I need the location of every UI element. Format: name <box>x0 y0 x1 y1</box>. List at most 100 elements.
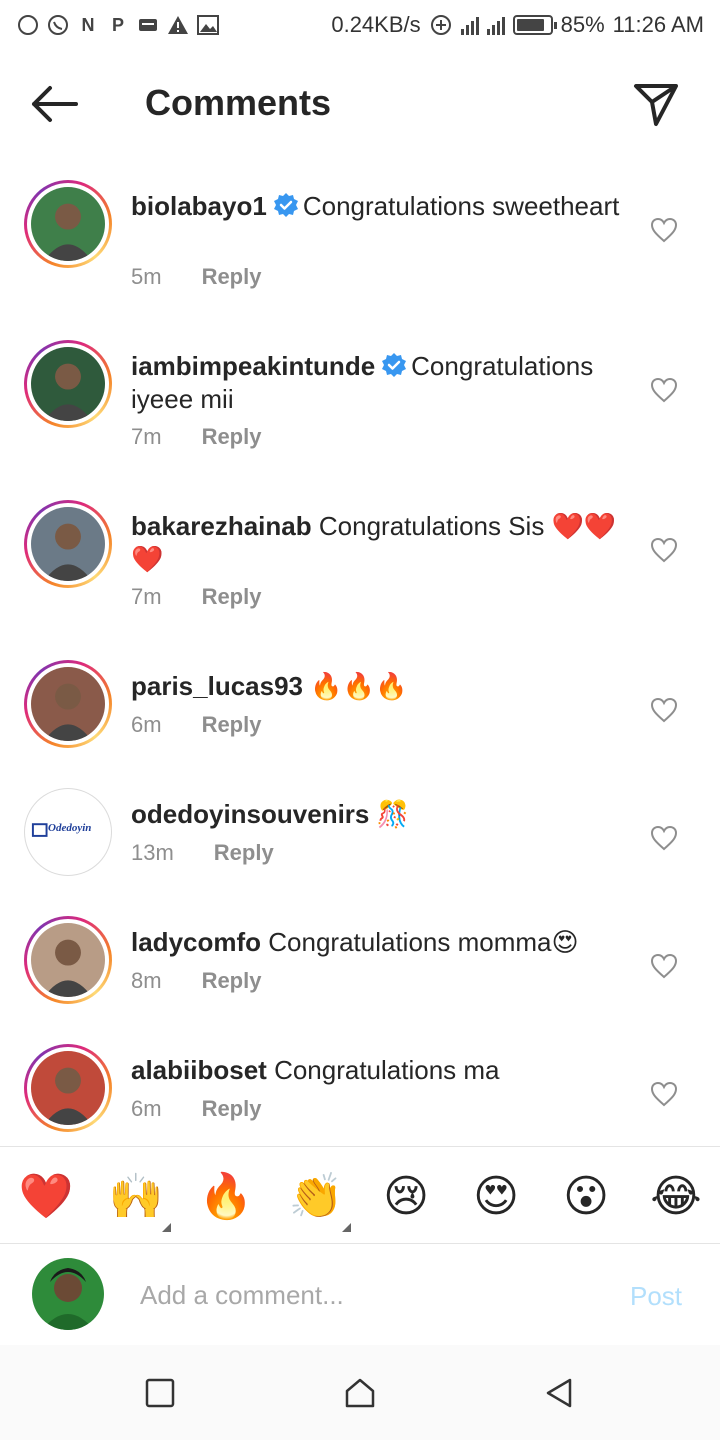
raising-hands-icon[interactable]: 🙌 <box>108 1169 164 1225</box>
timestamp: 7m <box>131 584 162 609</box>
comment-composer: Post <box>0 1245 720 1345</box>
warning-icon <box>166 13 190 37</box>
avatar[interactable] <box>24 660 112 748</box>
verified-badge-icon <box>381 352 407 378</box>
comment-text-block: iambimpeakintunde Congratulations iyeee m… <box>131 350 631 416</box>
navigation-bar <box>0 1345 720 1440</box>
reply-button[interactable]: Reply <box>202 424 262 450</box>
comment-text: Congratulations sweetheart <box>302 191 620 221</box>
red-heart-icon[interactable]: ❤️ <box>18 1169 74 1225</box>
avatar[interactable]: Odedoyin <box>24 788 112 876</box>
comment-meta: 7m Reply <box>131 424 261 450</box>
avatar-frame <box>27 919 109 1001</box>
status-bar: N P 0.24KB/s 85% 11:26 AM <box>0 0 720 50</box>
username[interactable]: iambimpeakintunde <box>131 351 375 381</box>
heart-icon[interactable] <box>650 953 678 979</box>
comment-text-block: alabiiboset Congratulations ma <box>131 1054 631 1087</box>
username[interactable]: odedoyinsouvenirs <box>131 799 369 829</box>
tears-of-joy-icon[interactable]: 😂 <box>648 1169 704 1225</box>
reply-button[interactable]: Reply <box>202 968 262 994</box>
signal-icon <box>460 15 479 35</box>
comment-text-block: ladycomfo Congratulations momma😍 <box>131 926 631 959</box>
comment-meta: 8m Reply <box>131 968 261 994</box>
comment-text-block: paris_lucas93 🔥🔥🔥 <box>131 670 631 703</box>
heart-icon[interactable] <box>650 1081 678 1107</box>
heart-icon[interactable] <box>650 825 678 851</box>
back-arrow-icon[interactable] <box>30 82 82 126</box>
comment-text-block: bakarezhainab Congratulations Sis ❤️❤️❤️ <box>131 510 631 576</box>
timestamp: 6m <box>131 1096 162 1121</box>
heart-icon[interactable] <box>650 377 678 403</box>
data-saver-icon <box>429 13 453 37</box>
surprised-face-icon[interactable]: 😮 <box>558 1169 614 1225</box>
avatar[interactable] <box>24 180 112 268</box>
comment-input[interactable] <box>140 1273 580 1317</box>
timestamp: 7m <box>131 424 162 449</box>
post-button[interactable]: Post <box>630 1281 682 1312</box>
messenger-icon <box>16 13 40 37</box>
header: Comments <box>0 62 720 146</box>
timestamp: 6m <box>131 712 162 737</box>
username[interactable]: paris_lucas93 <box>131 671 303 701</box>
username[interactable]: ladycomfo <box>131 927 261 957</box>
whatsapp-icon <box>46 13 70 37</box>
avatar[interactable] <box>24 500 112 588</box>
timestamp: 5m <box>131 264 162 289</box>
timestamp: 8m <box>131 968 162 993</box>
signal-2-icon <box>486 15 505 35</box>
avatar-frame <box>27 663 109 745</box>
network-speed: 0.24KB/s <box>331 12 421 37</box>
page-title: Comments <box>145 82 332 123</box>
status-right: 0.24KB/s 85% 11:26 AM <box>331 12 704 38</box>
clapping-hands-icon[interactable]: 👏 <box>288 1169 344 1225</box>
avatar[interactable] <box>24 1044 112 1132</box>
comment-text: 🔥🔥🔥 <box>310 671 408 701</box>
heart-icon[interactable] <box>650 697 678 723</box>
crying-face-icon[interactable]: 😢 <box>378 1169 434 1225</box>
n-icon: N <box>81 14 95 35</box>
heart-icon[interactable] <box>650 217 678 243</box>
battery-percent: 85% <box>560 12 605 37</box>
comment-meta: 7m Reply <box>131 584 261 610</box>
clock: 11:26 AM <box>612 12 704 37</box>
quick-reaction-bar: ❤️ 🙌 🔥 👏 😢 😍 😮 😂 <box>0 1146 720 1244</box>
home-icon[interactable] <box>342 1375 378 1411</box>
fire-icon[interactable]: 🔥 <box>198 1169 254 1225</box>
username[interactable]: alabiiboset <box>131 1055 267 1085</box>
image-icon <box>196 13 220 37</box>
avatar-frame <box>27 503 109 585</box>
comment-text: 🎊 <box>376 799 409 829</box>
reply-button[interactable]: Reply <box>202 712 262 738</box>
avatar[interactable] <box>24 916 112 1004</box>
reply-button[interactable]: Reply <box>202 264 262 290</box>
avatar <box>32 1258 104 1330</box>
reply-button[interactable]: Reply <box>202 1096 262 1122</box>
comment-text: Congratulations ma <box>274 1055 500 1085</box>
avatar-frame <box>27 1047 109 1129</box>
heart-eyes-icon[interactable]: 😍 <box>468 1169 524 1225</box>
avatar-frame <box>27 183 109 265</box>
avatar-logo-text: Odedoyin <box>48 822 92 834</box>
share-icon[interactable] <box>630 80 682 128</box>
notification-icons: N P <box>16 13 220 37</box>
heart-icon[interactable] <box>650 537 678 563</box>
comment-text-block: odedoyinsouvenirs 🎊 <box>131 798 631 831</box>
comment-meta: 13m Reply <box>131 840 274 866</box>
p-icon: P <box>111 14 124 35</box>
verified-badge-icon <box>273 192 299 218</box>
reply-button[interactable]: Reply <box>214 840 274 866</box>
back-icon[interactable] <box>542 1375 578 1411</box>
skin-tone-indicator-icon <box>162 1223 171 1232</box>
comment-meta: 6m Reply <box>131 1096 261 1122</box>
reply-button[interactable]: Reply <box>202 584 262 610</box>
comment-text-block: biolabayo1 Congratulations sweetheart <box>131 190 631 223</box>
recents-icon[interactable] <box>142 1375 178 1411</box>
comment-text: Congratulations momma😍 <box>268 927 579 957</box>
avatar[interactable] <box>24 340 112 428</box>
timestamp: 13m <box>131 840 174 865</box>
battery-icon <box>512 15 557 35</box>
avatar-frame <box>27 343 109 425</box>
comment-meta: 6m Reply <box>131 712 261 738</box>
username[interactable]: bakarezhainab <box>131 511 312 541</box>
username[interactable]: biolabayo1 <box>131 191 267 221</box>
